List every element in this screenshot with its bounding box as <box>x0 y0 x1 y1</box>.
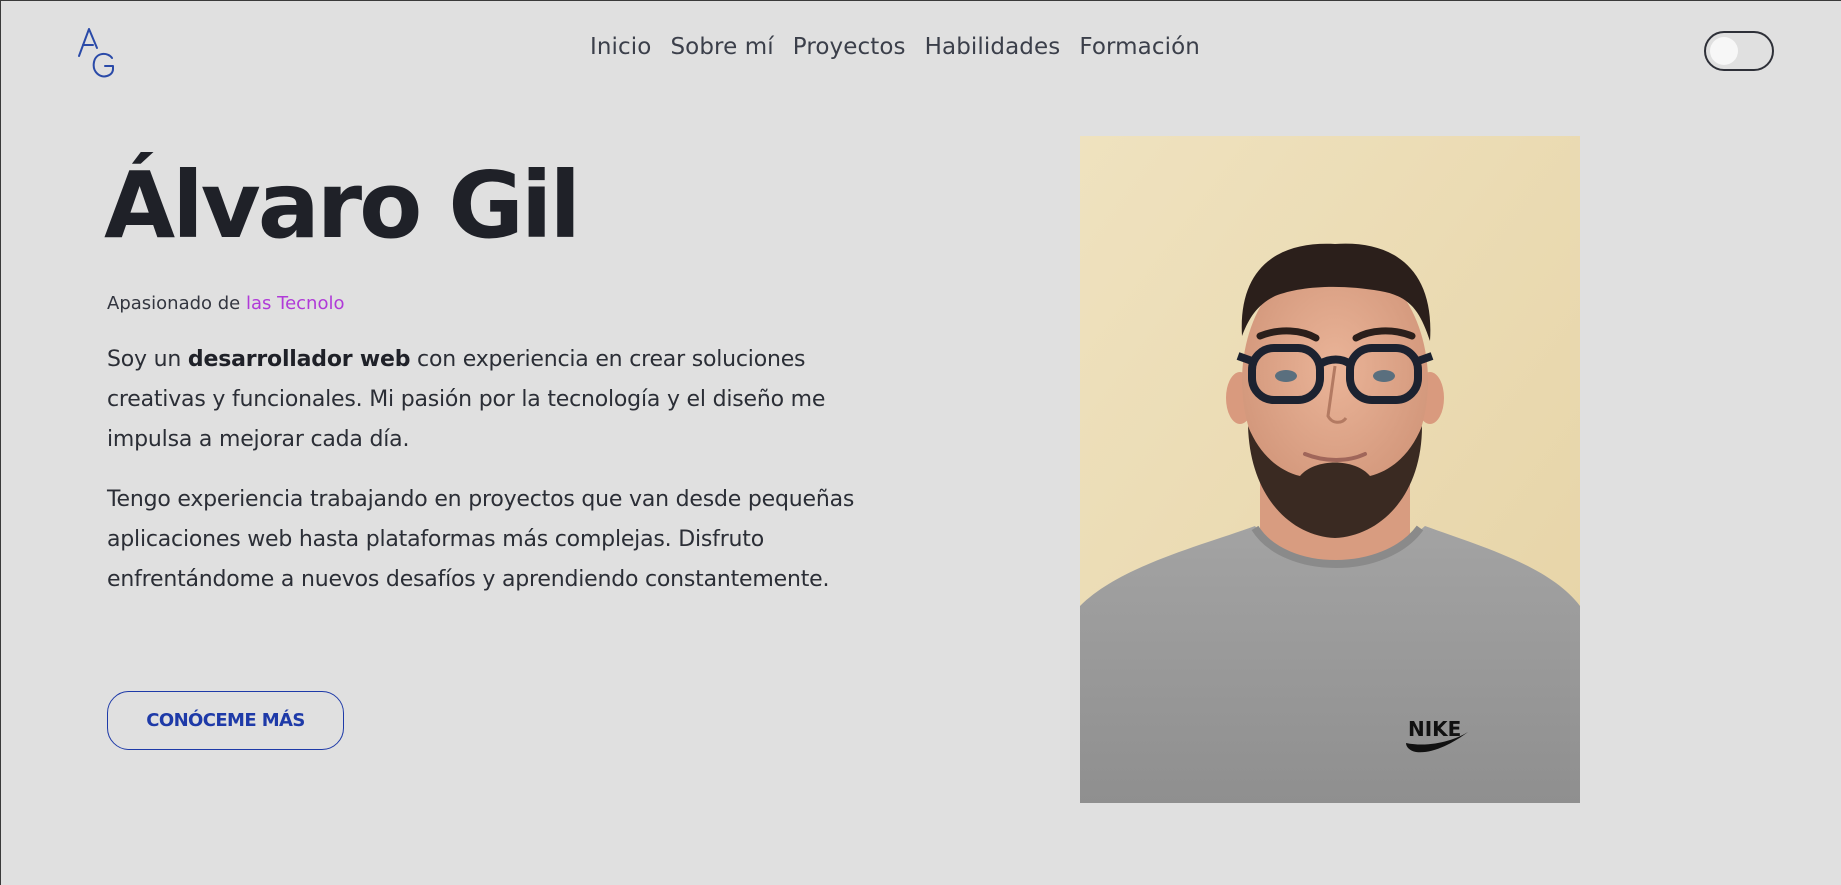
intro-text-before: Soy un <box>107 347 182 372</box>
hero-name: Álvaro Gil <box>104 152 581 259</box>
intro-highlight: desarrollador web <box>187 347 411 372</box>
intro-paragraph: Soy un desarrollador web con experiencia… <box>107 340 897 460</box>
tagline-typed-text: las Tecnolo <box>246 293 345 314</box>
shirt-logo-text: NIKE <box>1408 717 1461 741</box>
site-header: AG Inicio Sobre mí Proyectos Habilidades… <box>0 0 1841 100</box>
tagline-prefix: Apasionado de <box>107 293 241 314</box>
profile-photo: NIKE <box>1080 136 1580 803</box>
nav-link-inicio[interactable]: Inicio <box>590 34 651 60</box>
theme-toggle[interactable] <box>1704 31 1774 71</box>
know-me-more-button[interactable]: CONÓCEME MÁS <box>107 691 344 750</box>
tagline: Apasionado de las Tecnolo <box>107 293 344 314</box>
main-nav: Inicio Sobre mí Proyectos Habilidades Fo… <box>590 34 1200 60</box>
nav-link-formacion[interactable]: Formación <box>1079 34 1200 60</box>
nav-link-sobre-mi[interactable]: Sobre mí <box>670 34 773 60</box>
experience-paragraph: Tengo experiencia trabajando en proyecto… <box>107 487 855 592</box>
nav-link-habilidades[interactable]: Habilidades <box>925 34 1061 60</box>
nav-link-proyectos[interactable]: Proyectos <box>793 34 906 60</box>
logo-ag[interactable]: AG <box>76 26 116 78</box>
toggle-knob <box>1710 37 1738 65</box>
